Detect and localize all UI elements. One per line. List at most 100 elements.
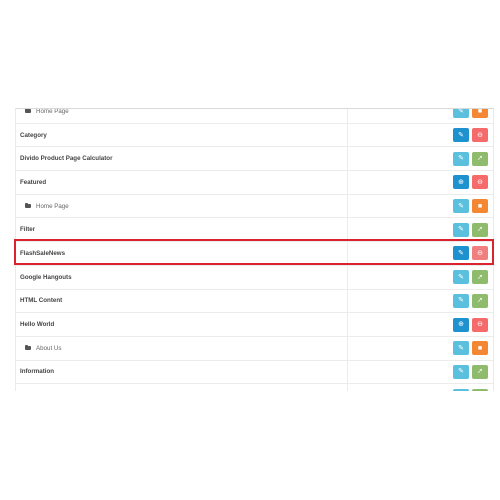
- column-divider: [347, 109, 348, 123]
- table-row-child: About Us ✎ ■: [16, 336, 493, 361]
- module-name-label: Divido Product Page Calculator: [20, 155, 113, 163]
- column-divider: [347, 360, 348, 384]
- table-row-child: Home Page ✎ ■: [16, 108, 493, 124]
- edit-button[interactable]: ✎: [453, 128, 469, 143]
- action-buttons: ✎➚: [453, 388, 488, 391]
- module-name: Google Hangouts: [20, 266, 72, 289]
- folder-icon: [25, 203, 31, 209]
- module-name-label: Featured: [20, 178, 47, 186]
- column-divider: [347, 384, 348, 391]
- install-button[interactable]: ➚: [472, 388, 488, 391]
- edit-button[interactable]: ✎: [453, 199, 469, 214]
- module-name-label: Filter: [20, 226, 36, 234]
- module-list-panel: Home Page ✎ ■ Category ✎ ⊖ Divido Product Page…: [15, 108, 494, 391]
- table-row-child: Home Page ✎ ■: [16, 194, 493, 219]
- module-name: Category: [20, 124, 47, 147]
- column-divider: [347, 194, 348, 218]
- uninstall-icon: ⊖: [477, 178, 483, 186]
- module-name: Divido Product Page Calculator: [20, 147, 113, 170]
- edit-icon: ✎: [458, 368, 464, 376]
- action-buttons: ✎➚: [453, 151, 488, 166]
- add-button[interactable]: ⊕: [453, 175, 469, 190]
- add-icon: ⊕: [458, 321, 464, 329]
- delete-button[interactable]: ■: [472, 199, 488, 214]
- column-divider: [347, 289, 348, 313]
- module-name-label: HTML Content: [20, 297, 63, 305]
- install-icon: ➚: [477, 155, 483, 163]
- action-buttons: ✎ ■: [453, 109, 488, 119]
- module-name-label: Information: [20, 368, 55, 376]
- column-divider: [347, 313, 348, 336]
- table-row: Hello World ⊕ ⊖: [16, 313, 493, 337]
- install-icon: ➚: [477, 226, 483, 234]
- action-buttons: ✎ ⊖: [453, 246, 488, 261]
- edit-button[interactable]: ✎: [453, 246, 469, 261]
- module-name: Filter: [20, 218, 35, 241]
- install-button[interactable]: ➚: [472, 364, 488, 379]
- action-buttons: ✎➚: [453, 293, 488, 308]
- folder-icon: [25, 345, 31, 351]
- module-name: Hello World: [20, 313, 54, 336]
- add-button[interactable]: ⊕: [453, 317, 469, 332]
- edit-button[interactable]: ✎: [453, 364, 469, 379]
- module-name-label: Category: [20, 131, 47, 139]
- action-buttons: ⊕ ⊖: [453, 175, 488, 190]
- edit-button[interactable]: ✎: [453, 270, 469, 285]
- install-button[interactable]: ➚: [472, 151, 488, 166]
- table-row: Google Hangouts ✎ ➚: [16, 265, 493, 290]
- uninstall-icon: ⊖: [477, 321, 483, 329]
- table-row: Category ✎ ⊖: [16, 123, 493, 148]
- module-name: About Us: [25, 337, 61, 360]
- install-button[interactable]: ➚: [472, 270, 488, 285]
- uninstall-button[interactable]: ⊖: [472, 317, 488, 332]
- column-divider: [347, 336, 348, 360]
- action-buttons: ✎ ⊖: [453, 128, 488, 143]
- module-name-label: About Us: [36, 344, 62, 352]
- module-name-label: Google Hangouts: [20, 273, 72, 281]
- edit-button[interactable]: ✎: [453, 293, 469, 308]
- module-name: FlashSaleNews: [20, 242, 65, 265]
- delete-icon: ■: [477, 344, 483, 352]
- uninstall-button[interactable]: ⊖: [472, 175, 488, 190]
- edit-button[interactable]: ✎: [453, 151, 469, 166]
- action-buttons: ✎ ■: [453, 199, 488, 214]
- module-table: Home Page ✎ ■ Category ✎ ⊖ Divido Product Page…: [16, 108, 493, 391]
- uninstall-button[interactable]: ⊖: [472, 128, 488, 143]
- column-divider: [347, 171, 348, 194]
- action-buttons: ✎➚: [453, 364, 488, 379]
- column-divider: [347, 218, 348, 242]
- table-row: Filter ✎ ➚: [16, 218, 493, 243]
- install-button[interactable]: ➚: [472, 222, 488, 237]
- edit-button[interactable]: ✎: [453, 109, 469, 119]
- edit-icon: ✎: [458, 202, 464, 210]
- edit-button[interactable]: ✎: [453, 388, 469, 391]
- edit-icon: ✎: [458, 297, 464, 305]
- table-row: Divido Product Page Calculator ✎ ➚: [16, 147, 493, 172]
- edit-button[interactable]: ✎: [453, 341, 469, 356]
- uninstall-icon: ⊖: [477, 249, 483, 257]
- install-button[interactable]: ➚: [472, 293, 488, 308]
- uninstall-icon: ⊖: [477, 131, 483, 139]
- delete-icon: ■: [477, 202, 483, 210]
- table-row: Featured ⊕ ⊖: [16, 171, 493, 195]
- module-name-label: Hello World: [20, 321, 55, 329]
- table-row: Information ✎ ➚: [16, 360, 493, 385]
- edit-icon: ✎: [458, 226, 464, 234]
- module-name: HTML Content: [20, 290, 62, 313]
- edit-button[interactable]: ✎: [453, 222, 469, 237]
- module-name: Featured: [20, 171, 46, 194]
- uninstall-button[interactable]: ⊖: [472, 246, 488, 261]
- delete-button[interactable]: ■: [472, 109, 488, 119]
- install-icon: ➚: [477, 368, 483, 376]
- column-divider: [347, 265, 348, 289]
- action-buttons: ✎ ■: [453, 341, 488, 356]
- module-name-label: Home Page: [36, 108, 69, 115]
- edit-icon: ✎: [458, 344, 464, 352]
- install-icon: ➚: [477, 273, 483, 281]
- module-name: Information: [20, 361, 54, 384]
- column-divider: [347, 242, 348, 265]
- delete-button[interactable]: ■: [472, 341, 488, 356]
- module-name: Home Page: [25, 195, 69, 218]
- folder-icon: [25, 109, 31, 114]
- action-buttons: ✎➚: [453, 270, 488, 285]
